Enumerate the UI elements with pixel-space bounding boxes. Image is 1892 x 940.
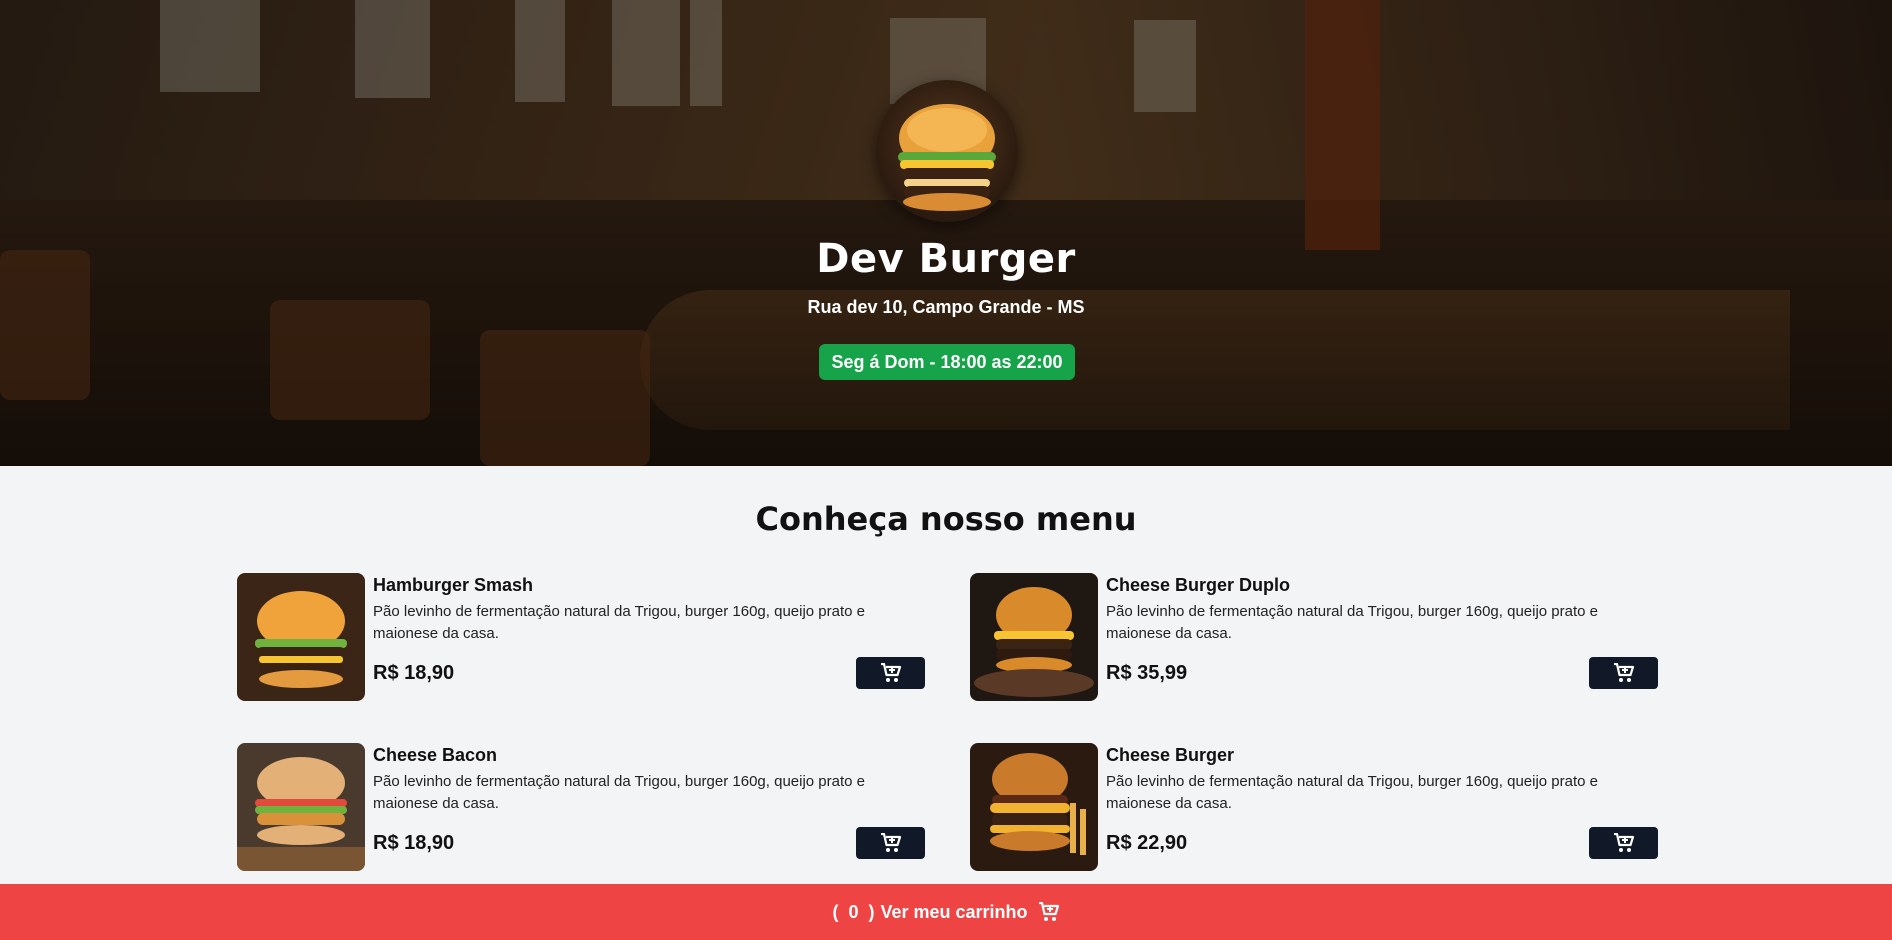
menu-item-name: Hamburger Smash: [373, 575, 534, 595]
cart-plus-icon: [1613, 663, 1634, 682]
store-logo: [876, 80, 1018, 222]
add-to-cart-button[interactable]: [856, 657, 925, 689]
menu-item: Cheese Burger Pão levinho de fermentação…: [970, 743, 1685, 871]
menu-item: Cheese Burger Duplo Pão levinho de ferme…: [970, 573, 1685, 701]
burger-photo-icon: [970, 573, 1098, 701]
menu-item-image: [970, 573, 1098, 701]
burger-logo-icon: [898, 104, 996, 211]
menu-item-name: Cheese Burger: [1106, 745, 1235, 765]
menu-item-description: Pão levinho de fermentação natural da Tr…: [1106, 773, 1598, 812]
hero-overlay: [0, 0, 1892, 466]
cart-count: 0: [848, 901, 859, 922]
hero-banner: Dev Burger Rua dev 10, Campo Grande - MS…: [0, 0, 1892, 466]
cart-plus-icon: [1038, 902, 1059, 921]
cart-label: Ver meu carrinho: [880, 901, 1028, 922]
menu-item-price: R$ 18,90: [373, 662, 455, 684]
burger-photo-icon: [237, 573, 365, 701]
menu-item-description: Pão levinho de fermentação natural da Tr…: [373, 603, 865, 642]
burger-photo-icon: [970, 743, 1098, 871]
cart-open-paren: (: [832, 901, 839, 922]
menu-item-price: R$ 22,90: [1106, 832, 1188, 854]
burger-photo-icon: [237, 743, 365, 871]
cart-plus-icon: [880, 833, 901, 852]
add-to-cart-button[interactable]: [1589, 657, 1658, 689]
menu-item-description: Pão levinho de fermentação natural da Tr…: [373, 773, 865, 812]
menu-item-description: Pão levinho de fermentação natural da Tr…: [1106, 603, 1598, 642]
menu-item-name: Cheese Burger Duplo: [1106, 575, 1291, 595]
menu-item-name: Cheese Bacon: [373, 745, 498, 765]
menu-title: Conheça nosso menu: [755, 500, 1137, 538]
add-to-cart-button[interactable]: [1589, 827, 1658, 859]
menu-item: Hamburger Smash Pão levinho de fermentaç…: [237, 573, 952, 701]
cart-plus-icon: [1613, 833, 1634, 852]
menu-item-image: [237, 743, 365, 871]
view-cart-button[interactable]: ( 0 ) Ver meu carrinho: [0, 884, 1892, 940]
menu-item-price: R$ 18,90: [373, 832, 455, 854]
opening-hours-badge: Seg á Dom - 18:00 as 22:00: [819, 344, 1075, 380]
menu-item: Cheese Bacon Pão levinho de fermentação …: [237, 743, 952, 871]
menu-item-price: R$ 35,99: [1106, 662, 1188, 684]
store-name: Dev Burger: [816, 236, 1076, 282]
menu-item-image: [970, 743, 1098, 871]
cart-close-paren: ): [868, 901, 875, 922]
store-address: Rua dev 10, Campo Grande - MS: [807, 297, 1085, 317]
cart-plus-icon: [880, 663, 901, 682]
menu-item-image: [237, 573, 365, 701]
add-to-cart-button[interactable]: [856, 827, 925, 859]
